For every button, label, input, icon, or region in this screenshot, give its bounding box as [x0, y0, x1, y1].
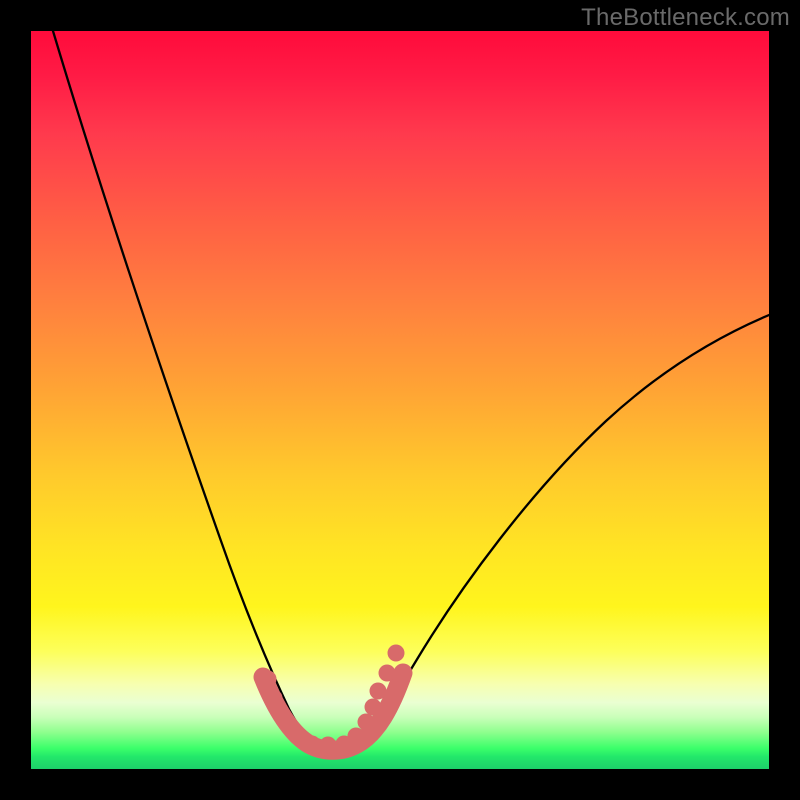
chart-frame: TheBottleneck.com — [0, 0, 800, 800]
chart-plot-area — [31, 31, 769, 769]
chart-svg — [31, 31, 769, 769]
curve-left — [53, 31, 317, 747]
watermark-text: TheBottleneck.com — [581, 4, 790, 32]
curve-right — [351, 315, 769, 747]
